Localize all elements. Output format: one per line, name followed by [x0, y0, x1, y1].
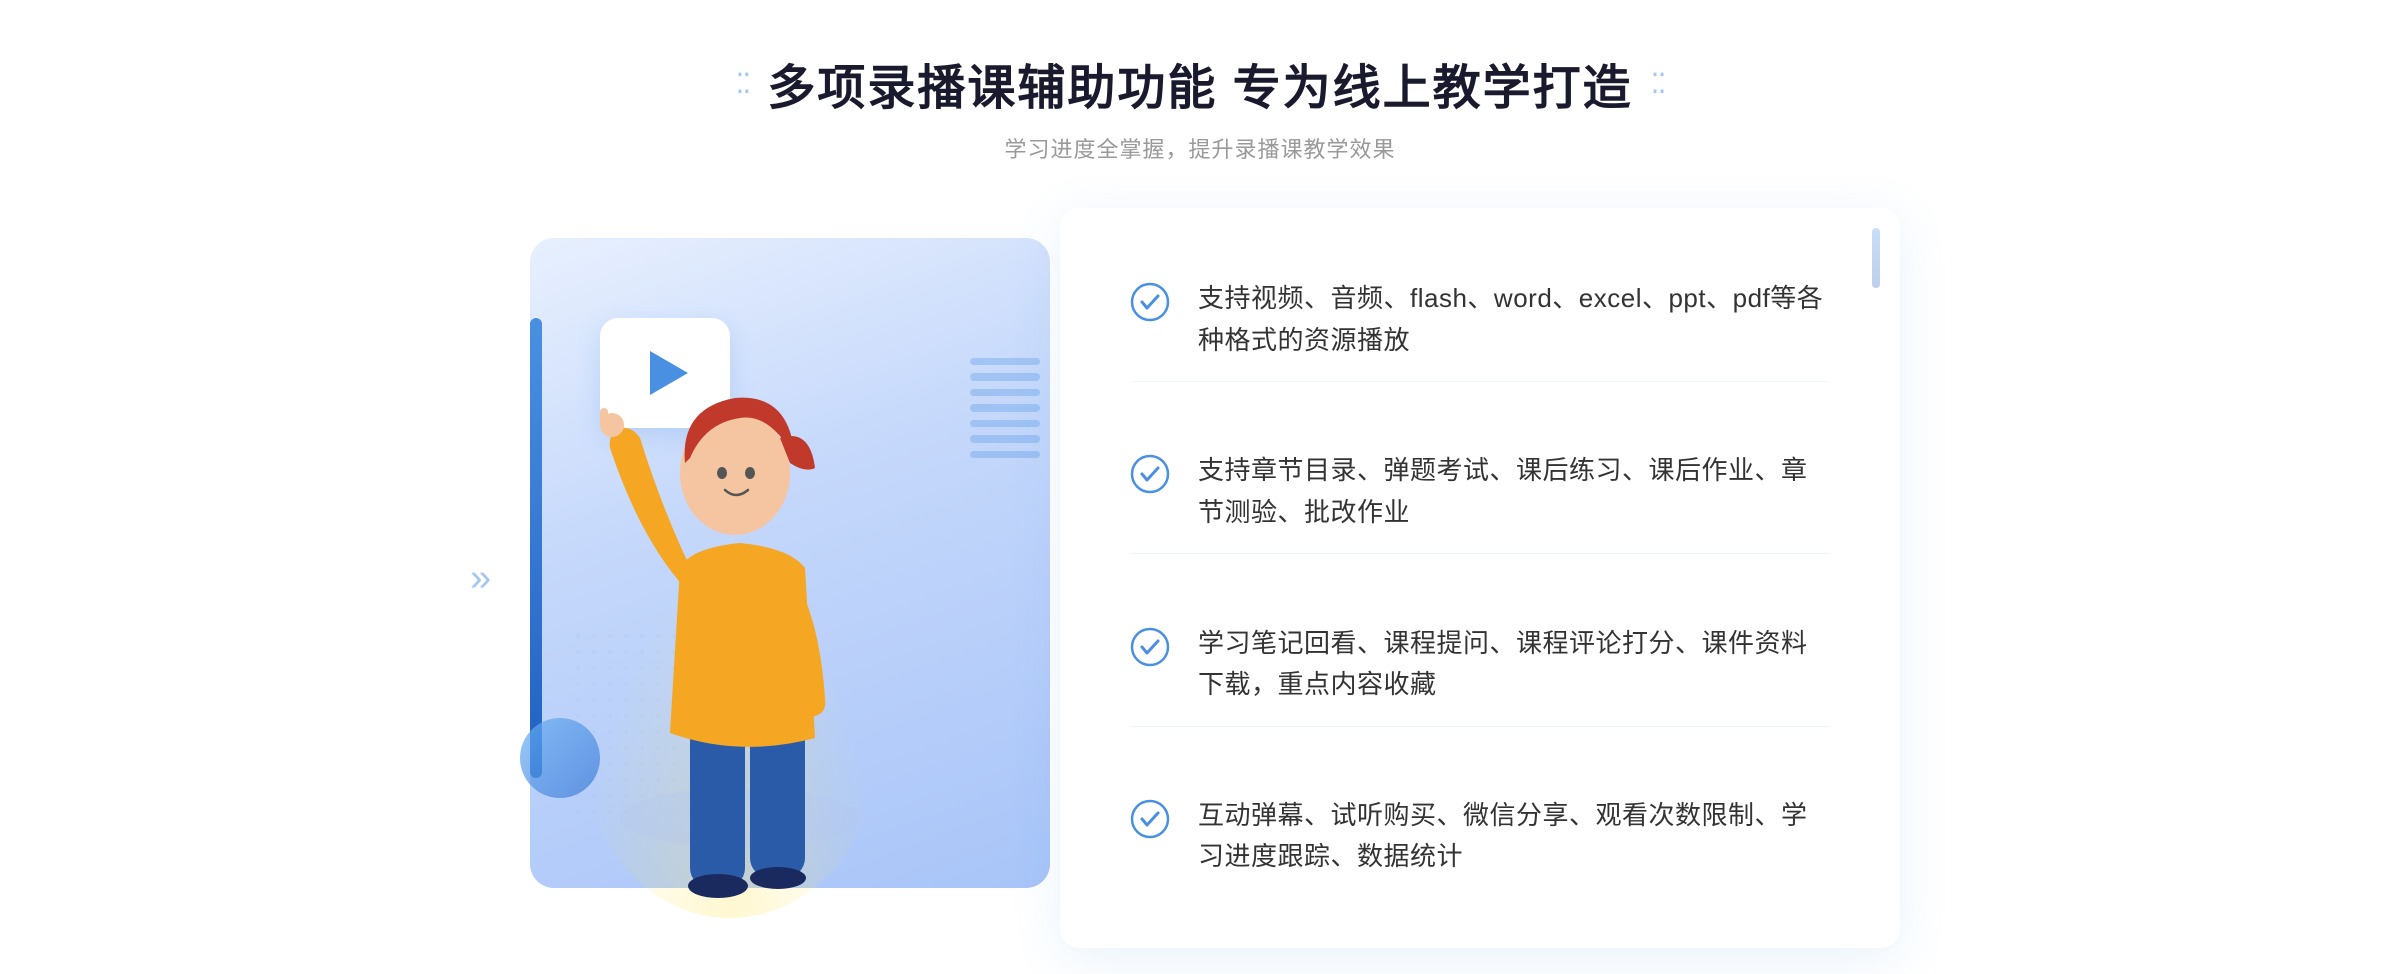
check-icon-4	[1130, 799, 1170, 839]
blue-bar-accent	[530, 318, 542, 778]
title-dots-right: ⁚⁚	[1651, 67, 1665, 100]
title-dots-left: ⁚⁚	[736, 67, 750, 100]
page-header: ⁚⁚ 多项录播课辅助功能 专为线上教学打造 ⁚⁚ 学习进度全掌握，提升录播课教学…	[736, 48, 1665, 164]
check-icon-2	[1130, 454, 1170, 494]
feature-item-3: 学习笔记回看、课程提问、课程评论打分、课件资料下载，重点内容收藏	[1130, 603, 1830, 727]
feature-text-2: 支持章节目录、弹题考试、课后练习、课后作业、章节测验、批改作业	[1198, 450, 1830, 533]
content-area: » 支持视频、音频、flash、word、excel、ppt、pdf等各种格式的…	[500, 208, 1900, 948]
left-illustration-panel: »	[500, 238, 1080, 918]
feature-text-3: 学习笔记回看、课程提问、课程评论打分、课件资料下载，重点内容收藏	[1198, 623, 1830, 706]
check-icon-3	[1130, 627, 1170, 667]
page-title: 多项录播课辅助功能 专为线上教学打造	[767, 48, 1632, 118]
check-icon-1	[1130, 282, 1170, 322]
lines-decoration	[970, 358, 1040, 458]
title-row: ⁚⁚ 多项录播课辅助功能 专为线上教学打造 ⁚⁚	[736, 48, 1665, 118]
feature-text-4: 互动弹幕、试听购买、微信分享、观看次数限制、学习进度跟踪、数据统计	[1198, 795, 1830, 878]
feature-item-1: 支持视频、音频、flash、word、excel、ppt、pdf等各种格式的资源…	[1130, 258, 1830, 382]
left-chevrons-decoration: »	[470, 559, 491, 597]
feature-item-4: 互动弹幕、试听购买、微信分享、观看次数限制、学习进度跟踪、数据统计	[1130, 775, 1830, 898]
page-subtitle: 学习进度全掌握，提升录播课教学效果	[1004, 132, 1395, 164]
right-features-panel: 支持视频、音频、flash、word、excel、ppt、pdf等各种格式的资源…	[1060, 208, 1900, 948]
person-illustration	[550, 318, 930, 918]
feature-text-1: 支持视频、音频、flash、word、excel、ppt、pdf等各种格式的资源…	[1198, 278, 1830, 361]
feature-item-2: 支持章节目录、弹题考试、课后练习、课后作业、章节测验、批改作业	[1130, 430, 1830, 554]
